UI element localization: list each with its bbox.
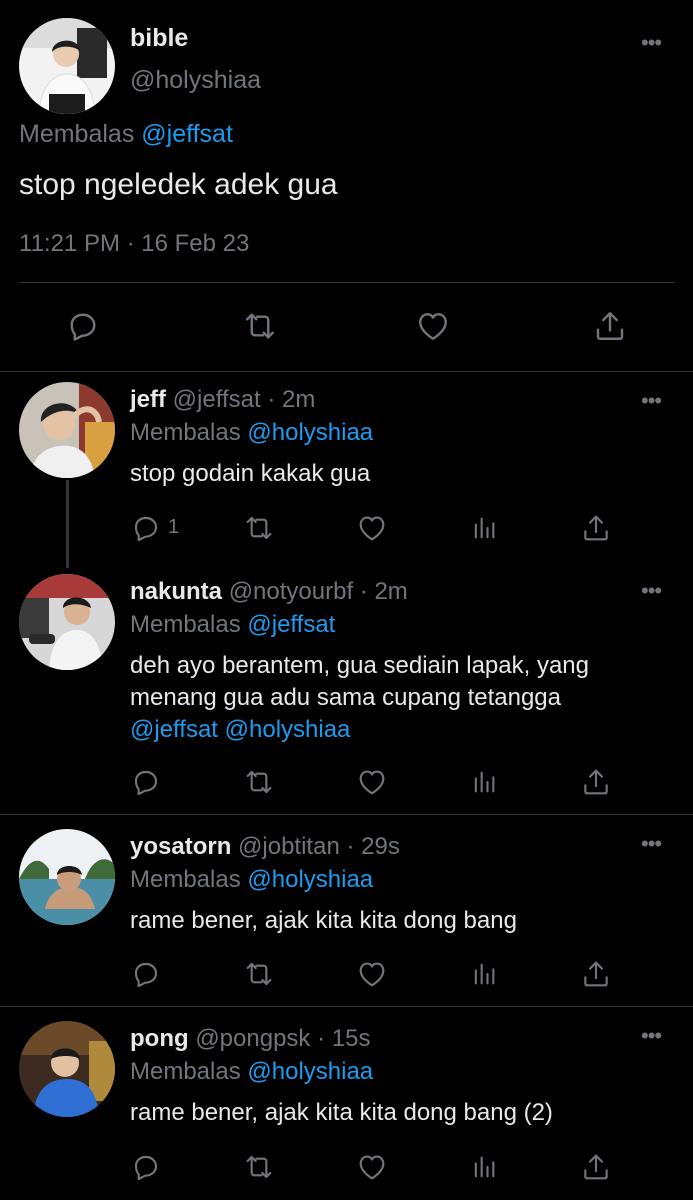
reply-context: Membalas @holyshiaa	[130, 866, 373, 894]
divider	[19, 282, 675, 283]
thread-line	[66, 480, 69, 568]
retweet-icon[interactable]	[243, 766, 275, 798]
reply-to-mention[interactable]: @jeffsat	[141, 120, 233, 148]
reply-header: nakunta @notyourbf · 2m	[130, 578, 408, 606]
more-icon[interactable]: •••	[641, 833, 662, 855]
reply-context: Membalas @holyshiaa	[130, 1058, 373, 1086]
main-tweet-reply-context: Membalas @jeffsat	[19, 120, 233, 149]
reply-name[interactable]: yosatorn	[130, 833, 231, 860]
share-icon[interactable]	[580, 766, 612, 798]
heart-icon[interactable]	[356, 512, 388, 544]
reply-text: rame bener, ajak kita kita dong bang	[130, 907, 517, 934]
retweet-icon[interactable]	[243, 958, 275, 990]
reply-to-mention[interactable]: @holyshiaa	[247, 419, 373, 446]
reply-icon[interactable]	[65, 308, 101, 344]
reply-name[interactable]: jeff	[130, 386, 166, 413]
reply-text-line: deh ayo berantem, gua sediain lapak, yan…	[130, 652, 589, 679]
reply-handle[interactable]: @jobtitan	[238, 833, 340, 860]
reply-header: pong @pongpsk · 15s	[130, 1025, 370, 1053]
reply-count: 1	[168, 516, 180, 538]
reply-text: stop godain kakak gua	[130, 460, 371, 487]
share-icon[interactable]	[580, 958, 612, 990]
main-tweet-handle[interactable]: @holyshiaa	[130, 66, 261, 95]
reply-text: deh ayo berantem, gua sediain lapak, yan…	[130, 650, 589, 746]
reply-to-mention[interactable]: @jeffsat	[247, 611, 335, 638]
share-icon[interactable]	[592, 308, 628, 344]
avatar-yosatorn[interactable]	[19, 829, 115, 925]
heart-icon[interactable]	[415, 308, 451, 344]
heart-icon[interactable]	[356, 958, 388, 990]
views-icon[interactable]	[470, 960, 498, 988]
avatar-jeff[interactable]	[19, 382, 115, 478]
main-tweet: ••• bible @holyshiaa Membalas @jeffsat s…	[0, 0, 693, 372]
share-icon[interactable]	[580, 512, 612, 544]
reply-header: yosatorn @jobtitan · 29s	[130, 833, 400, 861]
heart-icon[interactable]	[356, 766, 388, 798]
reply-prefix: Membalas	[19, 120, 135, 148]
reply-prefix: Membalas	[130, 419, 241, 446]
reply-time: · 2m	[359, 578, 408, 605]
reply-icon[interactable]	[130, 1151, 162, 1183]
share-icon[interactable]	[580, 1151, 612, 1183]
avatar-pong[interactable]	[19, 1021, 115, 1117]
more-icon[interactable]: •••	[641, 1025, 662, 1047]
reply-handle[interactable]: @pongpsk	[195, 1025, 310, 1052]
reply-context: Membalas @holyshiaa	[130, 419, 373, 447]
reply-name[interactable]: nakunta	[130, 578, 222, 605]
avatar-nakunta[interactable]	[19, 574, 115, 670]
heart-icon[interactable]	[356, 1151, 388, 1183]
views-icon[interactable]	[470, 768, 498, 796]
reply-context: Membalas @jeffsat	[130, 611, 335, 639]
reply-name[interactable]: pong	[130, 1025, 189, 1052]
more-icon[interactable]: •••	[641, 32, 662, 54]
reply-icon[interactable]	[130, 766, 162, 798]
reply-tweet[interactable]: ••• jeff @jeffsat · 2m Membalas @holyshi…	[0, 372, 693, 568]
mention-link[interactable]: @holyshiaa	[225, 716, 351, 743]
mention-link[interactable]: @jeffsat	[130, 716, 218, 743]
reply-tweet[interactable]: ••• nakunta @notyourbf · 2m Membalas @je…	[0, 562, 693, 814]
reply-icon[interactable]	[130, 958, 162, 990]
reply-tweet[interactable]: ••• yosatorn @jobtitan · 29s Membalas @h…	[0, 815, 693, 1007]
reply-to-mention[interactable]: @holyshiaa	[247, 866, 373, 893]
views-icon[interactable]	[470, 1153, 498, 1181]
more-icon[interactable]: •••	[641, 390, 662, 412]
reply-time: · 2m	[267, 386, 316, 413]
more-icon[interactable]: •••	[641, 580, 662, 602]
reply-text: rame bener, ajak kita kita dong bang (2)	[130, 1099, 553, 1126]
reply-prefix: Membalas	[130, 866, 241, 893]
views-icon[interactable]	[470, 514, 498, 542]
reply-icon[interactable]	[130, 512, 162, 544]
reply-time: · 29s	[346, 833, 400, 860]
reply-tweet[interactable]: ••• pong @pongpsk · 15s Membalas @holysh…	[0, 1007, 693, 1200]
retweet-icon[interactable]	[242, 308, 278, 344]
retweet-icon[interactable]	[243, 1151, 275, 1183]
reply-text-line: menang gua adu sama cupang tetangga	[130, 684, 562, 711]
main-tweet-text: stop ngeledek adek gua	[19, 168, 338, 201]
reply-prefix: Membalas	[130, 611, 241, 638]
reply-header: jeff @jeffsat · 2m	[130, 386, 315, 414]
main-tweet-name[interactable]: bible	[130, 24, 188, 53]
reply-handle[interactable]: @jeffsat	[173, 386, 261, 413]
avatar-bible[interactable]	[19, 18, 115, 114]
retweet-icon[interactable]	[243, 512, 275, 544]
reply-to-mention[interactable]: @holyshiaa	[247, 1058, 373, 1085]
main-tweet-timestamp[interactable]: 11:21 PM · 16 Feb 23	[19, 230, 249, 258]
reply-time: · 15s	[317, 1025, 371, 1052]
reply-prefix: Membalas	[130, 1058, 241, 1085]
reply-handle[interactable]: @notyourbf	[229, 578, 353, 605]
